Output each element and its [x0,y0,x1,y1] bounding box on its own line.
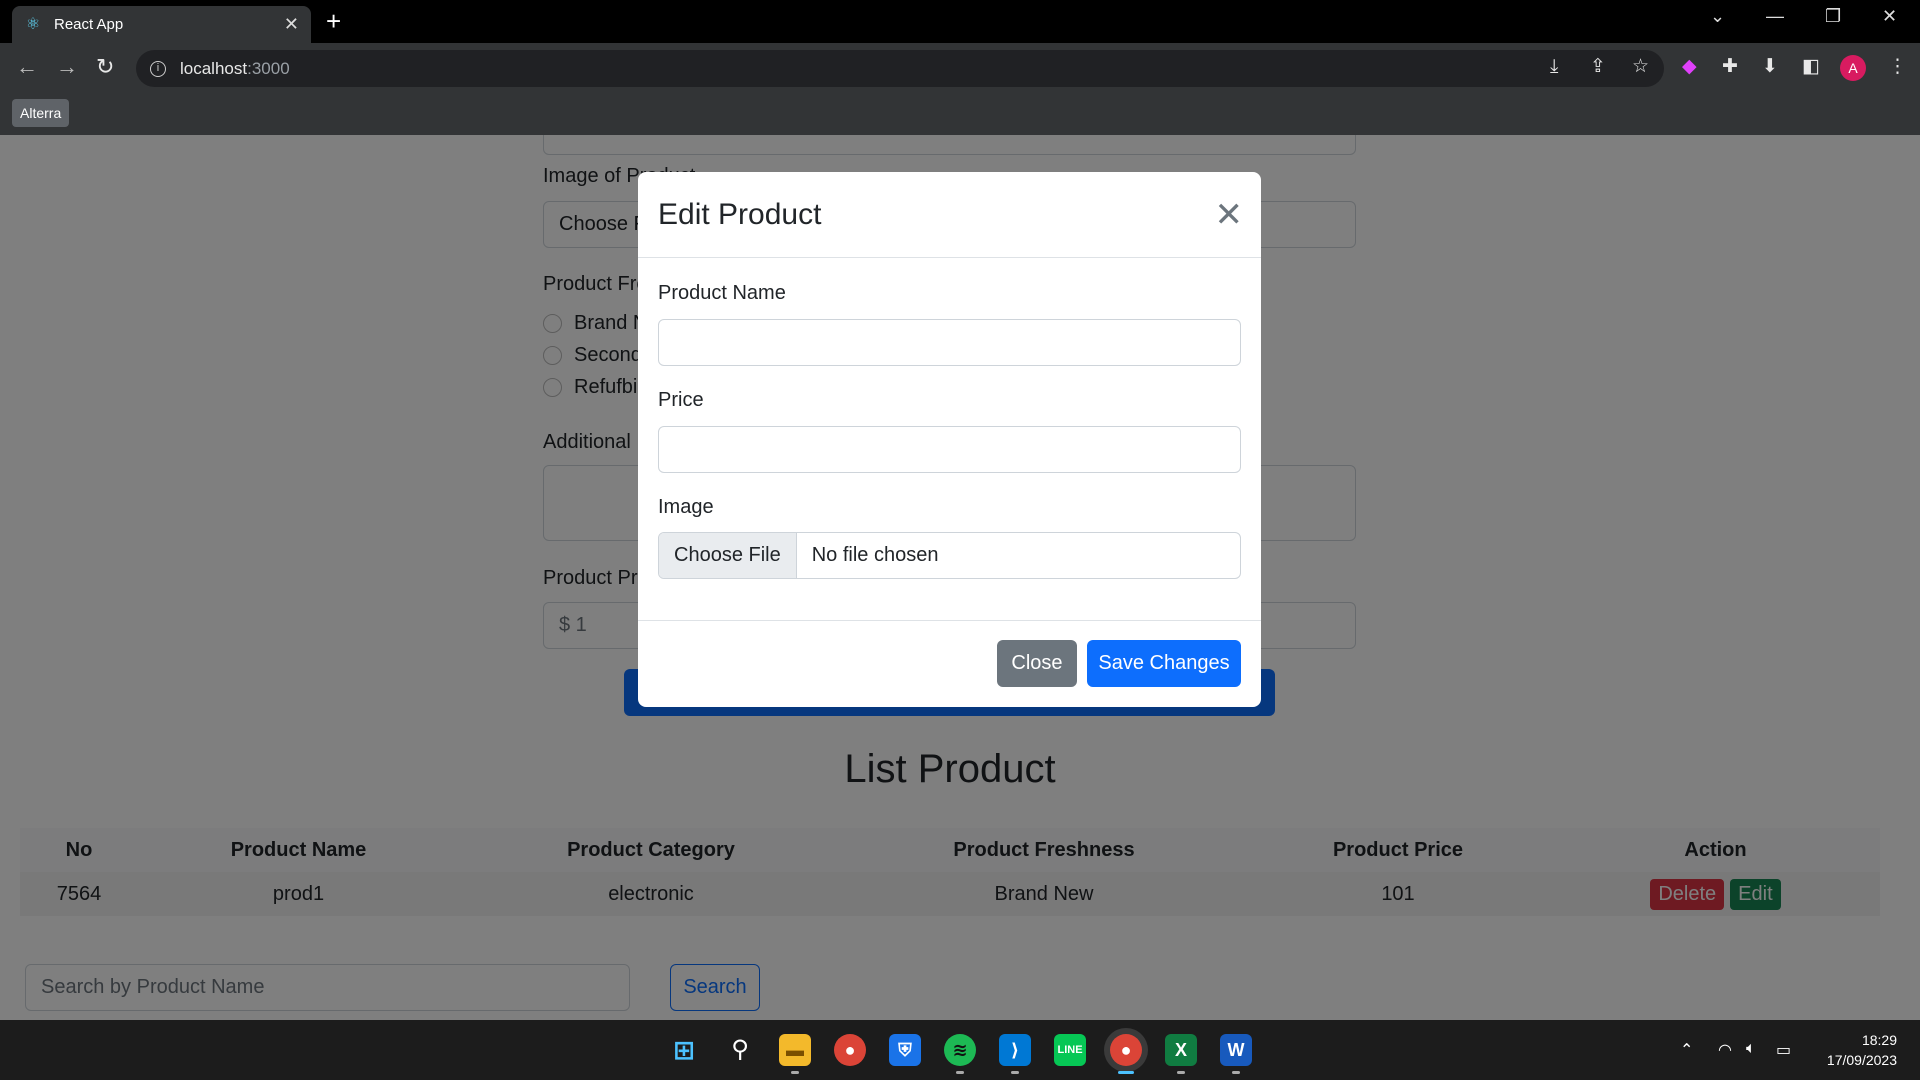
security-shield-icon[interactable]: ⛨ [889,1034,921,1066]
clock-date: 17/09/2023 [1826,1052,1897,1068]
color-extension-icon[interactable]: ◆ [1682,56,1697,78]
react-icon: ⚛ [25,15,41,33]
menu-icon[interactable]: ⋮ [1888,56,1907,78]
modal-header: Edit Product ✕ [638,172,1261,258]
chevron-up-icon[interactable]: ⌃ [1680,1040,1693,1060]
no-file-text: No file chosen [811,544,939,566]
search-icon[interactable]: ⚲ [724,1034,756,1066]
battery-icon[interactable]: ▭ [1776,1040,1791,1060]
file-explorer-icon[interactable]: ▬ [779,1034,811,1066]
modal-footer: Close Save Changes [638,620,1261,707]
address-bar[interactable]: i localhost:3000 [136,50,1664,87]
price-field-input[interactable] [658,426,1241,473]
window-close-button[interactable]: ✕ [1882,6,1897,27]
close-button[interactable]: Close [997,640,1077,687]
tab-title: React App [54,16,124,33]
extensions-icon[interactable]: ✚ [1722,56,1738,78]
modal-title: Edit Product [658,197,822,231]
edit-product-modal: Edit Product ✕ Product Name Price Image … [638,172,1261,707]
downloads-icon[interactable]: ⬇ [1762,56,1778,78]
clock-time: 18:29 [1861,1032,1897,1048]
profile-avatar[interactable]: A [1840,55,1866,81]
site-info-icon[interactable]: i [150,60,166,77]
product-name-label: Product Name [658,282,786,304]
image-file-field[interactable]: Choose File No file chosen [658,532,1241,579]
back-icon[interactable]: ← [16,55,38,79]
modal-body: Product Name Price Image Choose File No … [638,258,1261,620]
word-icon[interactable]: W [1220,1034,1252,1066]
save-changes-button[interactable]: Save Changes [1087,640,1241,687]
share-icon[interactable]: ⇪ [1590,56,1606,78]
line-icon[interactable]: LINE [1054,1034,1086,1066]
browser-tab[interactable]: ⚛ React App ✕ [12,6,311,43]
wifi-icon[interactable]: ◠ [1718,1040,1732,1060]
vscode-icon[interactable]: ⟩ [999,1034,1031,1066]
new-tab-button[interactable]: + [326,8,341,34]
restore-button[interactable]: ❐ [1825,6,1841,27]
tab-search-icon[interactable]: ⌄ [1710,6,1725,27]
choose-file-button[interactable]: Choose File [659,533,797,578]
bookmarks-bar: Alterra [0,93,1920,135]
chrome-icon[interactable]: ● [834,1034,866,1066]
windows-start-icon[interactable]: ⊞ [668,1034,700,1066]
image-field-label: Image [658,496,714,518]
windows-taskbar: ⊞ ⚲ ▬ ● ⛨ ≋ ⟩ LINE ● X W ⌃ ◠ 🔈︎ ▭ 18:29 … [0,1020,1920,1080]
install-app-icon[interactable]: ⤓ [1550,56,1558,78]
product-name-input[interactable] [658,319,1241,366]
minimize-button[interactable]: — [1766,6,1784,27]
side-panel-icon[interactable]: ◧ [1802,56,1820,78]
price-field-label: Price [658,389,704,411]
forward-icon[interactable]: → [56,55,78,79]
browser-toolbar: ← → ↻ i localhost:3000 ⤓ ⇪ ☆ ◆ ✚ ⬇ ◧ A ⋮ [0,43,1920,93]
bookmark-alterra[interactable]: Alterra [12,99,70,127]
spotify-icon[interactable]: ≋ [944,1034,976,1066]
excel-icon[interactable]: X [1165,1034,1197,1066]
volume-icon[interactable]: 🔈︎ [1746,1040,1756,1058]
url-host: localhost [180,58,248,78]
tab-close-icon[interactable]: ✕ [284,14,299,35]
clock[interactable]: 18:29 17/09/2023 [1815,1030,1897,1070]
bookmark-star-icon[interactable]: ☆ [1632,56,1649,78]
close-icon[interactable]: ✕ [1215,198,1244,232]
browser-titlebar: ⚛ React App ✕ + ⌄ — ❐ ✕ [0,0,1920,43]
reload-icon[interactable]: ↻ [96,55,114,79]
chrome-profile-icon[interactable]: ● [1110,1034,1142,1066]
url-port: :3000 [247,58,290,78]
